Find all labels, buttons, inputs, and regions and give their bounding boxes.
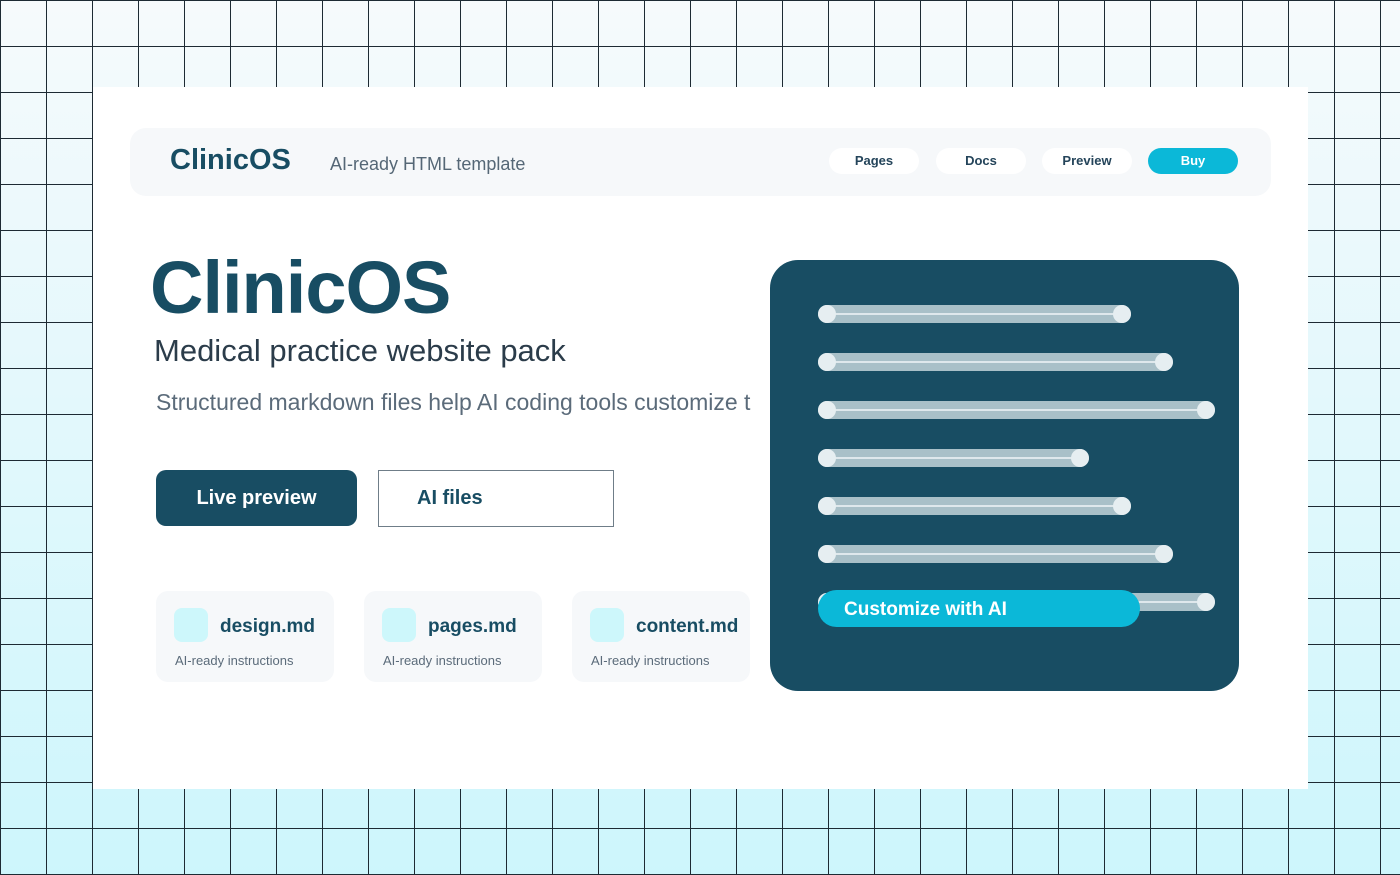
- file-name: content.md: [636, 616, 739, 637]
- slider-track[interactable]: [818, 401, 1215, 419]
- hero-subtitle: Medical practice website pack: [154, 333, 566, 368]
- file-icon: [174, 608, 208, 642]
- file-meta: AI-ready instructions: [175, 653, 294, 668]
- slider-handle-end[interactable]: [1113, 305, 1131, 323]
- slider-line: [828, 409, 1205, 411]
- brand-logo[interactable]: ClinicOS: [170, 144, 291, 177]
- slider-track[interactable]: [818, 449, 1089, 467]
- slider-handle-end[interactable]: [1197, 593, 1215, 611]
- customize-panel: Customize with AI: [770, 260, 1239, 691]
- slider-handle-start[interactable]: [818, 401, 836, 419]
- file-card-pages[interactable]: pages.md AI-ready instructions: [364, 591, 542, 682]
- nav-tagline: AI-ready HTML template: [330, 154, 526, 174]
- customize-with-ai-button[interactable]: Customize with AI: [818, 590, 1140, 627]
- nav-link-docs[interactable]: Docs: [936, 148, 1026, 174]
- hero-title: ClinicOS: [150, 246, 451, 329]
- nav-link-pages[interactable]: Pages: [829, 148, 919, 174]
- slider-track[interactable]: [818, 545, 1173, 563]
- file-name: design.md: [220, 616, 316, 637]
- slider-line: [828, 505, 1121, 507]
- slider-track[interactable]: [818, 305, 1131, 323]
- file-card-design[interactable]: design.md AI-ready instructions: [156, 591, 334, 682]
- nav-link-buy[interactable]: Buy: [1148, 148, 1238, 174]
- slider-handle-start[interactable]: [818, 449, 836, 467]
- slider-handle-end[interactable]: [1155, 353, 1173, 371]
- slider-track[interactable]: [818, 497, 1131, 515]
- slider-handle-end[interactable]: [1071, 449, 1089, 467]
- file-meta: AI-ready instructions: [591, 653, 710, 668]
- top-nav: ClinicOS AI-ready HTML template Pages Do…: [130, 128, 1271, 196]
- file-icon: [590, 608, 624, 642]
- slider-handle-end[interactable]: [1197, 401, 1215, 419]
- file-name: pages.md: [428, 616, 517, 637]
- template-preview-card: ClinicOS AI-ready HTML template Pages Do…: [93, 87, 1308, 789]
- slider-line: [828, 553, 1163, 555]
- file-card-content[interactable]: content.md AI-ready instructions: [572, 591, 750, 682]
- nav-link-preview[interactable]: Preview: [1042, 148, 1132, 174]
- slider-line: [828, 361, 1163, 363]
- file-meta: AI-ready instructions: [383, 653, 502, 668]
- slider-line: [828, 457, 1079, 459]
- live-preview-button[interactable]: Live preview: [156, 470, 357, 526]
- slider-line: [828, 313, 1121, 315]
- ai-files-button[interactable]: AI files: [378, 470, 614, 527]
- hero-description: Structured markdown files help AI coding…: [156, 389, 751, 415]
- slider-track[interactable]: [818, 353, 1173, 371]
- slider-handle-start[interactable]: [818, 305, 836, 323]
- slider-handle-start[interactable]: [818, 545, 836, 563]
- slider-handle-end[interactable]: [1113, 497, 1131, 515]
- file-icon: [382, 608, 416, 642]
- slider-handle-end[interactable]: [1155, 545, 1173, 563]
- slider-handle-start[interactable]: [818, 353, 836, 371]
- slider-handle-start[interactable]: [818, 497, 836, 515]
